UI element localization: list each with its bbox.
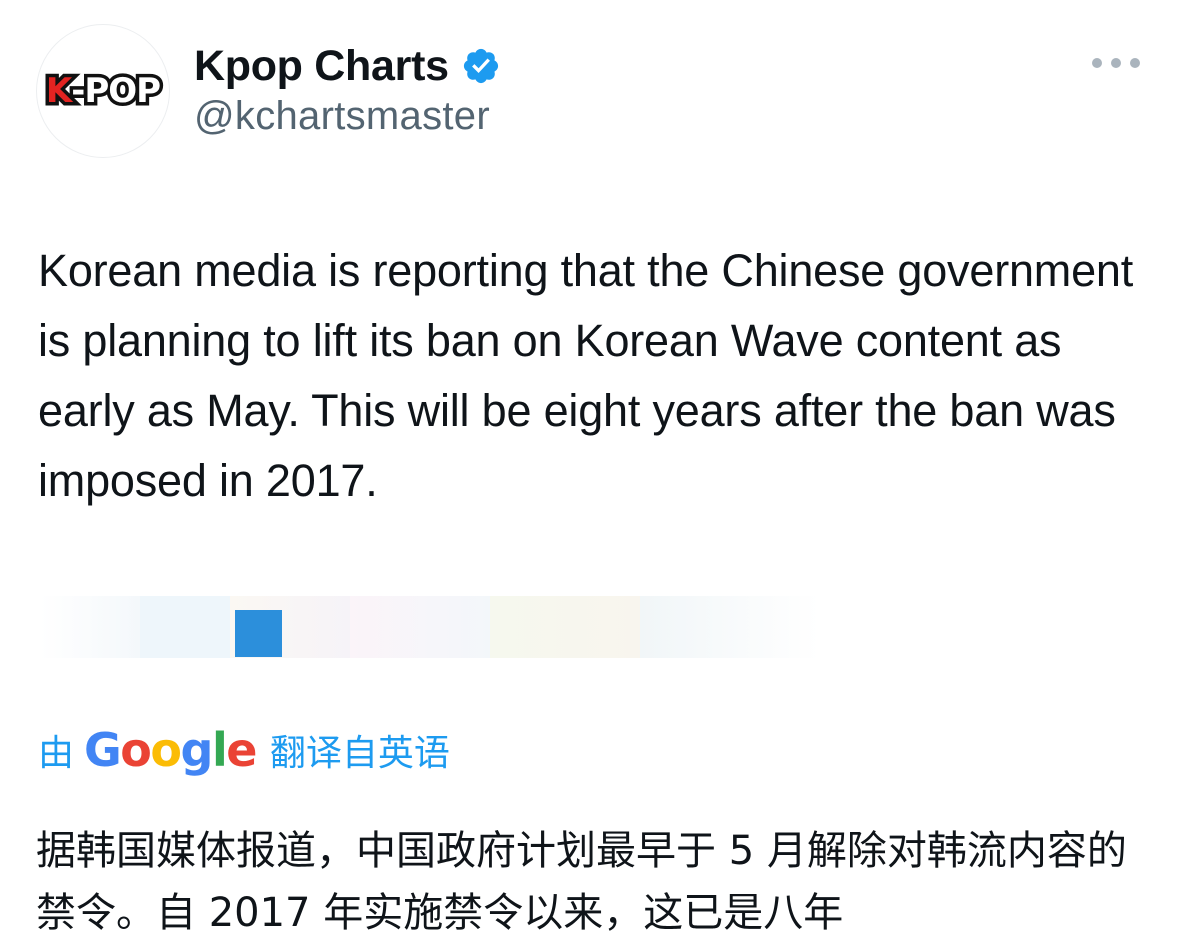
google-logo: Google xyxy=(84,723,257,777)
translated-suffix: 翻译自英语 xyxy=(269,732,450,773)
avatar[interactable]: K -POP xyxy=(36,24,170,158)
translated-by-google[interactable]: 由 Google 翻译自英语 xyxy=(38,720,450,780)
kpop-logo: K -POP xyxy=(42,68,165,115)
dot xyxy=(1130,58,1140,68)
google-letter: g xyxy=(180,723,214,777)
verified-badge-icon xyxy=(463,48,498,84)
name-row: Kpop Charts xyxy=(194,40,501,92)
more-dots-icon[interactable] xyxy=(1092,54,1140,72)
blurred-media-strip xyxy=(40,590,820,660)
google-letter: o xyxy=(120,723,152,777)
dot xyxy=(1111,58,1121,68)
dot xyxy=(1092,58,1102,68)
blurred-icon xyxy=(235,610,282,657)
google-letter: e xyxy=(226,723,257,777)
google-letter: G xyxy=(84,723,122,777)
handle[interactable]: @kchartsmaster xyxy=(194,94,490,139)
tweet-card: K -POP Kpop Charts @kchartsmaster Korean … xyxy=(0,0,1179,952)
logo-k: K xyxy=(42,68,75,115)
translated-prefix: 由 xyxy=(38,732,75,773)
google-letter: o xyxy=(150,723,182,777)
logo-rest: -POP xyxy=(68,68,165,115)
translated-text: 据韩国媒体报道，中国政府计划最早于 5 月解除对韩流内容的禁令。自 2017 年… xyxy=(36,828,1127,936)
tweet-text: Korean media is reporting that the Chine… xyxy=(38,245,1134,506)
google-letter: l xyxy=(211,723,228,777)
display-name[interactable]: Kpop Charts xyxy=(194,42,449,91)
